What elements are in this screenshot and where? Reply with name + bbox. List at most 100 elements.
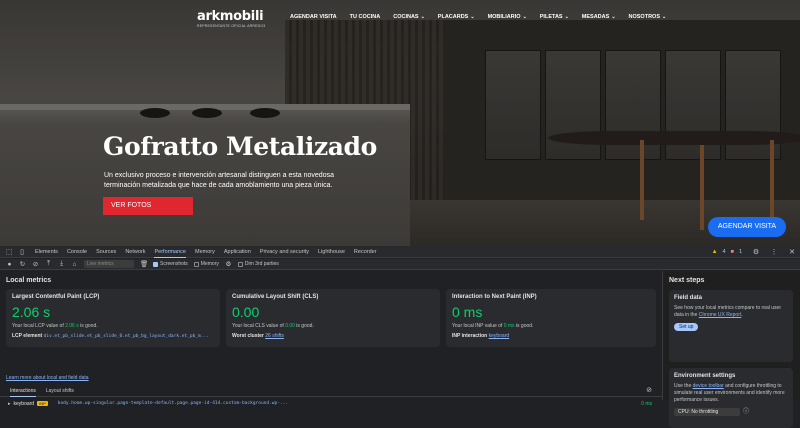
nav-item-tu-cocina[interactable]: TU COCINA (350, 14, 381, 20)
interaction-target[interactable]: body.home.wp-singular.page-template-defa… (58, 401, 288, 406)
checkbox-unchecked[interactable] (193, 261, 199, 267)
download-icon[interactable]: ⤓ (58, 260, 65, 268)
inspect-element-icon[interactable]: ⬚ (5, 248, 13, 256)
clear-log-icon[interactable]: ⊘ (646, 386, 652, 394)
performance-toolbar: ● ↻ ⊘ ⤒ ⤓ ⌂ Live metrics 🗑 Screenshots M… (0, 259, 800, 270)
settings-gear-icon[interactable]: ⚙ (752, 248, 760, 256)
info-icon[interactable]: ⓘ (743, 406, 749, 415)
screenshots-label: Screenshots (160, 261, 188, 267)
hero-description: Un exclusivo proceso e intervención arte… (104, 172, 334, 189)
warning-count[interactable]: 4 (723, 249, 726, 255)
live-metrics-main: Local metrics Largest Contentful Paint (… (0, 271, 662, 407)
device-toolbar-icon[interactable]: ▯ (18, 248, 26, 256)
metric-card: Largest Contentful Paint (LCP) 2.06 s Your… (6, 289, 220, 347)
tab-privacy-and-security[interactable]: Privacy and security (260, 246, 309, 258)
memory-label: Memory (200, 261, 219, 267)
error-count[interactable]: 1 (739, 249, 742, 255)
cpu-throttling-select[interactable]: CPU: No throttling (674, 408, 740, 416)
screenshots-checkbox[interactable]: Screenshots (153, 261, 188, 267)
nav-item-mesadas[interactable]: MESADAS ⌄ (582, 14, 616, 20)
field-data-desc: See how your local metrics compare to re… (674, 305, 781, 318)
home-icon[interactable]: ⌂ (71, 261, 78, 268)
close-icon[interactable]: ✕ (788, 248, 796, 256)
interaction-duration: 0 ms (641, 400, 652, 407)
environment-settings-box: Environment settings Use the device tool… (669, 368, 793, 428)
nav-item-agendar-visita[interactable]: AGENDAR VISITA (290, 14, 337, 20)
more-options-icon[interactable]: ⋮ (770, 248, 778, 256)
site-nav: arkmobili REPRESENTANTE OFICIAL ARREDO3 … (0, 0, 800, 34)
site-logo[interactable]: arkmobili (197, 9, 264, 24)
next-steps-title: Next steps (669, 277, 705, 284)
tab-console[interactable]: Console (67, 246, 87, 258)
tab-elements[interactable]: Elements (35, 246, 58, 258)
recording-select[interactable]: Live metrics (84, 260, 134, 268)
clear-icon[interactable]: ⊘ (32, 260, 39, 268)
metric-title: Largest Contentful Paint (LCP) (12, 294, 100, 300)
device-toolbar-link[interactable]: device toolbar (693, 383, 724, 389)
chrome-ux-report-link[interactable]: Chrome UX Report (699, 312, 742, 318)
chevron-down-icon: ⌄ (662, 14, 667, 20)
field-data-title: Field data (674, 295, 703, 301)
checkbox-checked[interactable] (153, 261, 158, 267)
nav-item-label: AGENDAR VISITA (290, 14, 337, 20)
tab-performance[interactable]: Performance (154, 246, 186, 258)
subtab-layout-shifts[interactable]: Layout shifts (46, 388, 74, 397)
chevron-down-icon: ⌄ (564, 14, 569, 20)
checkbox-unchecked[interactable] (237, 261, 243, 267)
metric-title: Cumulative Layout Shift (CLS) (232, 294, 319, 300)
expand-arrow-icon[interactable]: ▸ (8, 401, 11, 407)
nav-item-mobiliario[interactable]: MOBILIARIO ⌄ (488, 14, 527, 20)
memory-checkbox[interactable]: Memory (193, 261, 219, 267)
metric-title: Interaction to Next Paint (INP) (452, 294, 537, 300)
upload-icon[interactable]: ⤒ (45, 260, 52, 268)
tab-sources[interactable]: Sources (96, 246, 116, 258)
interaction-row[interactable]: ▸ keyboard INP body.home.wp-singular.pag… (0, 399, 662, 408)
metric-value: 0.00 (232, 304, 260, 320)
local-metrics-title: Local metrics (6, 277, 52, 284)
capture-settings-icon[interactable]: ⚙ (225, 260, 232, 268)
tab-network[interactable]: Network (125, 246, 145, 258)
metric-extra-link[interactable]: div.et_pb_slide.et_pb_slide_0.et_pb_bg_l… (44, 334, 209, 339)
chevron-down-icon: ⌄ (470, 14, 475, 20)
delete-icon[interactable]: 🗑 (140, 260, 148, 268)
nav-item-label: MESADAS (581, 14, 610, 20)
chevron-down-icon: ⌄ (522, 14, 527, 20)
interaction-type: keyboard (13, 400, 35, 407)
nav-item-placards[interactable]: PLACARDS ⌄ (438, 14, 475, 20)
chevron-down-icon: ⌄ (420, 14, 425, 20)
devtools-tabbar: ⬚ ▯ Elements Console Sources Network Perform… (0, 246, 800, 258)
set-up-button[interactable]: Set up (674, 323, 699, 331)
inp-badge: INP (37, 401, 48, 406)
next-steps-sidebar: Next steps Field data See how your local… (662, 271, 800, 428)
nav-item-cocinas[interactable]: COCINAS ⌄ (393, 14, 425, 20)
tab-lighthouse[interactable]: Lighthouse (318, 246, 345, 258)
subtab-interactions[interactable]: Interactions (10, 388, 36, 397)
website-viewport: arkmobili REPRESENTANTE OFICIAL ARREDO3 … (0, 0, 800, 246)
learn-more-link[interactable]: Learn more about local and field data (6, 375, 89, 381)
devtools-status: ▲ 4 ■ 1 ⚙ ⋮ ✕ (712, 246, 796, 258)
nav-item-label: COCINAS (393, 14, 419, 20)
ver-fotos-button[interactable]: VER FOTOS (103, 197, 193, 215)
nav-item-nosotros[interactable]: NOSOTROS ⌄ (629, 14, 667, 20)
warning-icon: ▲ (711, 249, 718, 255)
agendar-visita-floating-button[interactable]: AGENDAR VISITA (708, 217, 786, 237)
nav-item-label: NOSOTROS (628, 14, 660, 20)
metric-extra: INP interaction keyboard (452, 333, 510, 339)
nav-item-label: MOBILIARIO (487, 14, 521, 20)
nav-item-piletas[interactable]: PILETAS ⌄ (540, 14, 569, 20)
tab-application[interactable]: Application (224, 246, 251, 258)
metric-extra-link[interactable]: 26 shifts (265, 333, 284, 339)
metric-card: Interaction to Next Paint (INP) 0 ms Your … (446, 289, 656, 347)
devtools-panel: ⬚ ▯ Elements Console Sources Network Perform… (0, 246, 800, 428)
field-data-box: Field data See how your local metrics co… (669, 290, 793, 362)
record-icon[interactable]: ● (6, 261, 13, 268)
metric-extra-link[interactable]: keyboard (489, 333, 510, 339)
metrics-subtabs: Interactions Layout shifts (0, 388, 662, 397)
metric-value: 2.06 s (12, 304, 51, 320)
tab-memory[interactable]: Memory (195, 246, 215, 258)
reload-record-icon[interactable]: ↻ (19, 260, 26, 268)
hero-title: Gofratto Metalizado (103, 132, 377, 161)
tab-recorder[interactable]: Recorder (354, 246, 377, 258)
chevron-down-icon: ⌄ (611, 14, 616, 20)
dim-3rd-parties-checkbox[interactable]: Dim 3rd parties (237, 261, 279, 267)
